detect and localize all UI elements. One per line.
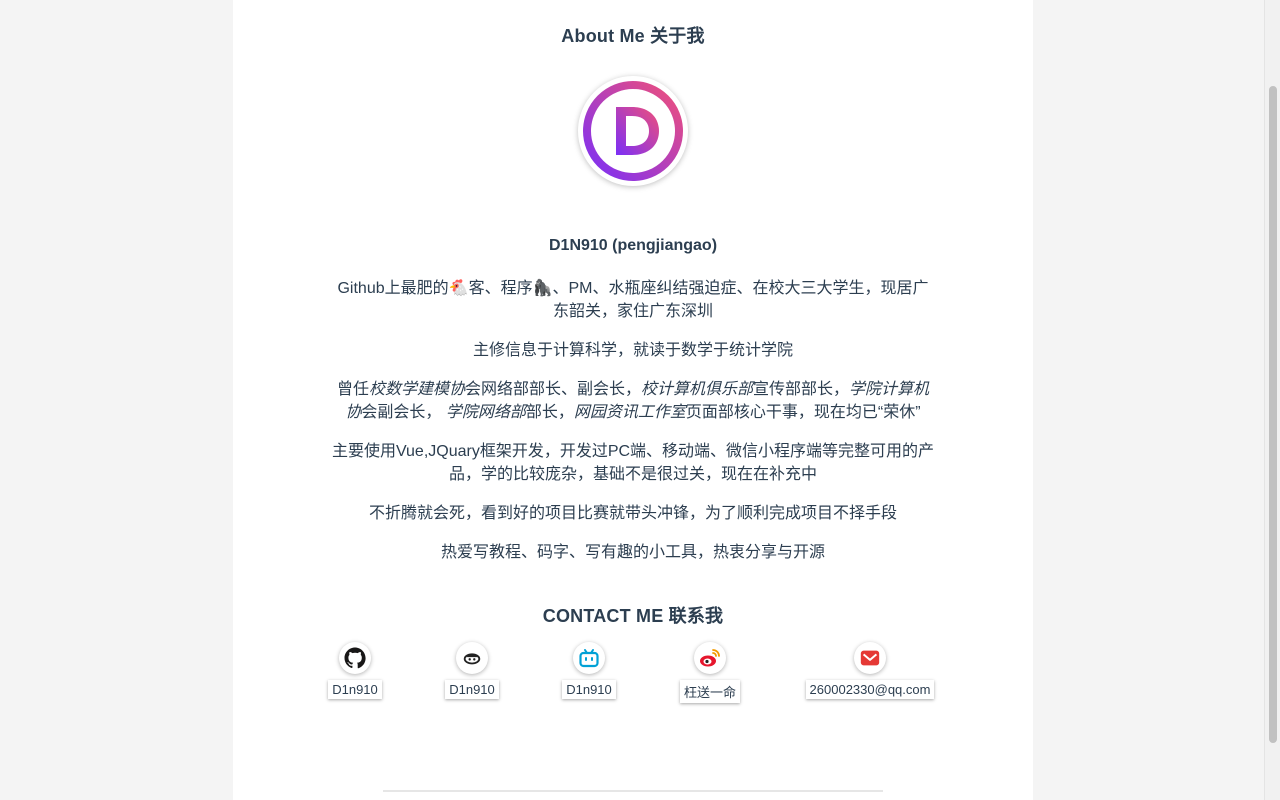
bio-paragraph: 曾任校数学建模协会网络部部长、副会长，校计算机俱乐部宣传部部长，学院计算机协会副… bbox=[331, 378, 935, 424]
bio-emphasis: 校数学建模协 bbox=[368, 381, 465, 398]
contact-juejin-link[interactable]: D1n910 bbox=[443, 642, 501, 699]
bio-text: 客、程序 bbox=[468, 280, 533, 297]
divider bbox=[383, 790, 883, 792]
bio-text: 页面部核心干事，现在均已“荣休” bbox=[685, 404, 921, 421]
bio-emphasis: 学院网络部 bbox=[445, 404, 526, 421]
contact-email-link[interactable]: 260002330@qq.com bbox=[800, 642, 940, 699]
contact-label: D1n910 bbox=[328, 680, 382, 699]
bio-emphasis: 网园资讯工作室 bbox=[573, 404, 686, 421]
juejin-icon bbox=[456, 642, 488, 674]
bio-text: Github上最肥的 bbox=[337, 280, 449, 297]
github-icon bbox=[339, 642, 371, 674]
scrollbar-thumb[interactable] bbox=[1269, 86, 1277, 743]
profile-name: D1N910 (pengjiangao) bbox=[548, 237, 718, 254]
contact-label: D1n910 bbox=[445, 680, 499, 699]
profile-card: About Me 关于我 D1N910 (pengjiangao) Github… bbox=[233, 0, 1033, 800]
bio-text: 曾任 bbox=[336, 381, 369, 398]
bilibili-icon bbox=[573, 642, 605, 674]
bio-paragraph: 主修信息于计算科学，就读于数学于统计学院 bbox=[472, 342, 793, 359]
contact-weibo-link[interactable]: 枉送一命 bbox=[678, 642, 742, 703]
bio-paragraph: 主要使用Vue,JQuary框架开发，开发过PC端、移动端、微信小程序端等完整可… bbox=[331, 443, 935, 483]
d-logo-icon bbox=[583, 81, 683, 181]
contact-label: D1n910 bbox=[562, 680, 616, 699]
bio-paragraph: 不折腾就会死，看到好的项目比赛就带头冲锋，为了顺利完成项目不择手段 bbox=[368, 505, 897, 522]
about-title: About Me 关于我 bbox=[561, 26, 705, 46]
bio-text: 、PM、水瓶座纠结强迫症、在校大三大学生，现居广东韶关，家住广东深圳 bbox=[552, 280, 929, 320]
bio: Github上最肥的🐔客、程序🦍、PM、水瓶座纠结强迫症、在校大三大学生，现居广… bbox=[331, 277, 935, 580]
contact-title: CONTACT ME 联系我 bbox=[542, 606, 724, 626]
gorilla-emoji-icon: 🦍 bbox=[532, 280, 553, 297]
page-scrollbar[interactable] bbox=[1264, 0, 1280, 800]
avatar bbox=[578, 76, 688, 186]
bio-text: 宣传部部长， bbox=[753, 381, 850, 398]
bio-paragraph: 热爱写教程、码字、写有趣的小工具，热衷分享与开源 bbox=[440, 544, 825, 561]
bio-text: 部长， bbox=[525, 404, 574, 421]
weibo-icon bbox=[694, 642, 726, 674]
contact-bilibili-link[interactable]: D1n910 bbox=[560, 642, 618, 699]
contact-label: 260002330@qq.com bbox=[805, 680, 935, 699]
contact-label: 枉送一命 bbox=[679, 680, 740, 703]
bio-emphasis: 校计算机俱乐部 bbox=[641, 381, 754, 398]
bio-text: 会副会长， bbox=[361, 404, 442, 421]
chicken-emoji-icon: 🐔 bbox=[448, 280, 469, 297]
bio-paragraph: Github上最肥的🐔客、程序🦍、PM、水瓶座纠结强迫症、在校大三大学生，现居广… bbox=[331, 277, 935, 323]
bio-text: 会网络部部长、副会长， bbox=[464, 381, 641, 398]
mail-icon bbox=[854, 642, 886, 674]
contact-github-link[interactable]: D1n910 bbox=[326, 642, 384, 699]
